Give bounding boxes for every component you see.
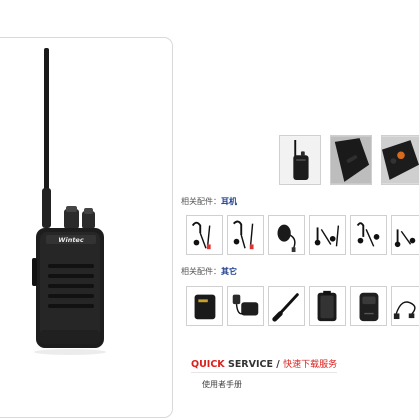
earpiece-1-thumb[interactable] bbox=[186, 215, 223, 255]
antenna-thumb[interactable] bbox=[268, 286, 305, 326]
other-section-prefix: 相关配件： bbox=[181, 267, 221, 276]
thumbnail-side[interactable] bbox=[330, 135, 372, 185]
brand-logo-text: Wintec bbox=[58, 236, 84, 244]
quick-service-link[interactable]: QUICK SERVICE / 快速下载服务 bbox=[191, 357, 338, 373]
charger-thumb[interactable] bbox=[227, 286, 264, 326]
usb-cable-thumb[interactable] bbox=[391, 286, 420, 326]
carry-case-thumb[interactable] bbox=[350, 286, 387, 326]
thumbnail-top[interactable] bbox=[381, 135, 420, 185]
other-section-highlight: 其它 bbox=[221, 267, 237, 276]
earphone-section-label: 相关配件：耳机 bbox=[181, 196, 237, 207]
earpiece-5-thumb[interactable] bbox=[391, 215, 420, 255]
user-manual-link[interactable]: 使用者手册 bbox=[202, 379, 242, 390]
speaker-mic-thumb[interactable] bbox=[268, 215, 305, 255]
quick-download-label: 快速下载服务 bbox=[283, 360, 338, 370]
product-page: Wintec 相关配件：耳机 相关配件：其它 QUICK SERVICE / 快… bbox=[0, 0, 420, 420]
earpiece-2-thumb[interactable] bbox=[227, 215, 264, 255]
battery-thumb[interactable] bbox=[186, 286, 223, 326]
other-section-label: 相关配件：其它 bbox=[181, 266, 237, 277]
service-label: SERVICE bbox=[224, 359, 273, 370]
earphone-section-highlight: 耳机 bbox=[221, 197, 237, 206]
belt-clip-thumb[interactable] bbox=[309, 286, 346, 326]
radio-product-image: Wintec bbox=[32, 48, 106, 355]
earphone-section-prefix: 相关配件： bbox=[181, 197, 221, 206]
quick-label: QUICK bbox=[191, 359, 225, 370]
main-product-panel: Wintec bbox=[0, 37, 173, 418]
slash-separator: / bbox=[272, 359, 284, 370]
earpiece-3-thumb[interactable] bbox=[309, 215, 346, 255]
thumbnail-front[interactable] bbox=[279, 135, 321, 185]
earpiece-4-thumb[interactable] bbox=[350, 215, 387, 255]
